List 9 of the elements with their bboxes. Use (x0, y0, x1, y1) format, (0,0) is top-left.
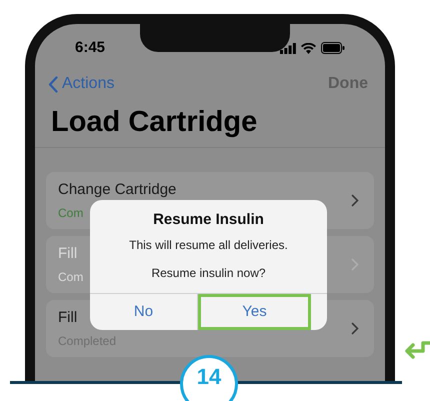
page-title: Load Cartridge (51, 108, 258, 137)
dialog-message: This will resume all deliveries. (129, 236, 288, 254)
dialog-title: Resume Insulin (153, 210, 264, 230)
row-title: Fill (58, 244, 78, 264)
dialog-question: Resume insulin now? (151, 264, 266, 282)
status-time: 6:45 (75, 38, 106, 58)
row-title: Fill (58, 308, 78, 328)
row-status: Com (58, 269, 84, 286)
row-title: Change Cartridge (58, 180, 176, 200)
